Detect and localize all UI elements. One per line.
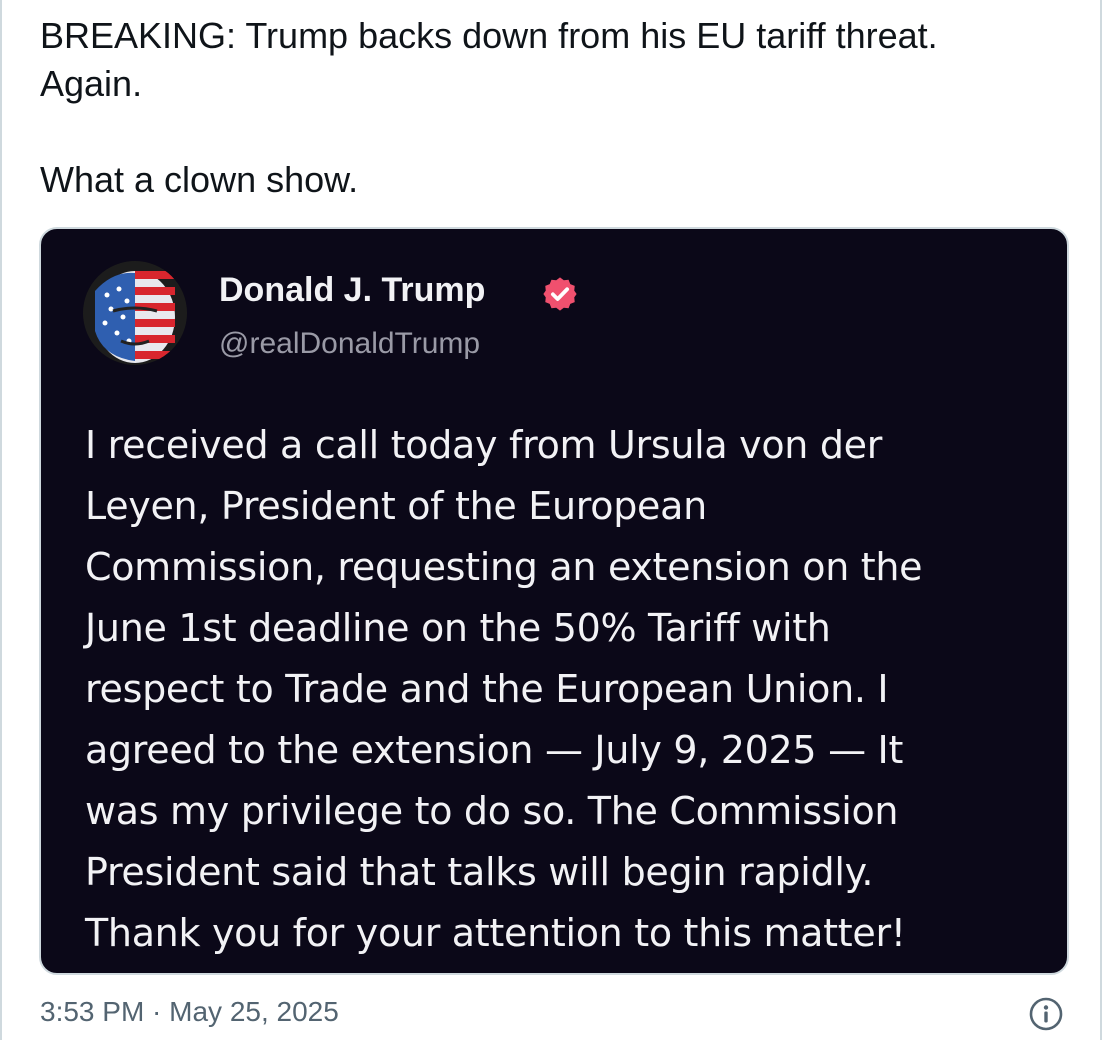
- post-body-line: June 1st deadline on the 50% Tariff with: [85, 606, 831, 650]
- post-body-line: Thank you for your attention to this mat…: [85, 911, 906, 955]
- tweet-timestamp[interactable]: 3:53 PM · May 25, 2025: [40, 996, 339, 1028]
- embedded-post-body: I received a call today from Ursula von …: [85, 415, 1055, 964]
- post-body-line: Leyen, President of the European: [85, 484, 707, 528]
- tweet-container: BREAKING: Trump backs down from his EU t…: [0, 0, 1102, 1040]
- tweet-text-line: What a clown show.: [40, 159, 359, 200]
- tweet-text: BREAKING: Trump backs down from his EU t…: [40, 12, 1060, 204]
- embedded-post-image[interactable]: Donald J. Trump @realDonaldTrump I recei…: [39, 227, 1069, 975]
- post-body-line: President said that talks will begin rap…: [85, 850, 874, 894]
- verified-badge-icon: [543, 277, 577, 311]
- author-name: Donald J. Trump: [219, 271, 486, 309]
- post-body-line: Commission, requesting an extension on t…: [85, 545, 923, 589]
- info-icon[interactable]: [1029, 997, 1063, 1031]
- tweet-text-line: Again.: [40, 63, 143, 104]
- post-body-line: agreed to the extension — July 9, 2025 —…: [85, 728, 904, 772]
- post-body-line: I received a call today from Ursula von …: [85, 423, 883, 467]
- post-body-line: was my privilege to do so. The Commissio…: [85, 789, 899, 833]
- author-handle: @realDonaldTrump: [219, 327, 481, 360]
- post-body-line: respect to Trade and the European Union.…: [85, 667, 889, 711]
- avatar: [83, 261, 187, 365]
- tweet-text-line: BREAKING: Trump backs down from his EU t…: [40, 15, 938, 56]
